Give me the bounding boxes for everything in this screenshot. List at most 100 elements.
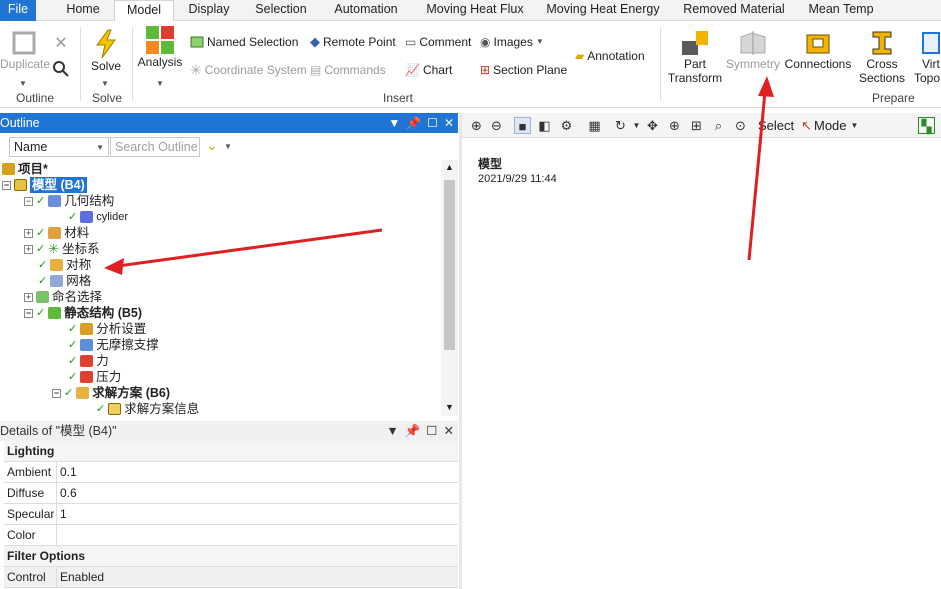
zoom-fit-icon[interactable]: ⊙ bbox=[732, 117, 749, 134]
analysis-button[interactable]: Analysis bbox=[136, 25, 184, 69]
tree-node-named-selections[interactable]: + 命名选择 bbox=[24, 289, 102, 305]
select-button[interactable]: Select bbox=[758, 117, 794, 134]
tree-node-model[interactable]: − 模型 (B4) bbox=[2, 177, 87, 193]
chevron-down-icon[interactable]: ▼ bbox=[386, 421, 398, 441]
chevron-down-icon[interactable]: ▼ bbox=[18, 79, 28, 88]
expand-icon[interactable]: + bbox=[24, 228, 33, 238]
tab-model[interactable]: Model bbox=[114, 0, 174, 22]
details-row-control[interactable]: Control Enabled bbox=[4, 567, 458, 588]
details-row-ambient[interactable]: Ambient 0.1 bbox=[4, 462, 458, 483]
chevron-down-icon[interactable]: ▼ bbox=[388, 113, 400, 133]
tree-node-symmetry[interactable]: ✓ 对称 bbox=[38, 257, 91, 273]
collapse-icon[interactable]: − bbox=[2, 180, 11, 190]
tree-node-geometry[interactable]: − ✓ 几何结构 bbox=[24, 193, 114, 209]
chevron-down-icon[interactable]: ▼ bbox=[155, 79, 165, 88]
search-icon[interactable] bbox=[52, 61, 70, 80]
chevron-down-icon[interactable]: ▼ bbox=[628, 117, 645, 134]
chevron-down-icon[interactable]: ▼ bbox=[846, 117, 863, 134]
select-all-icon[interactable]: ▚ bbox=[918, 117, 935, 134]
zoom-in-icon[interactable]: ⊕ bbox=[468, 117, 485, 134]
maximize-icon[interactable]: ☐ bbox=[427, 113, 438, 133]
expand-icon[interactable]: + bbox=[24, 244, 33, 254]
tree-node-materials[interactable]: + ✓ 材料 bbox=[24, 225, 89, 241]
tree-node-coordinate-systems[interactable]: + ✓ ✳ 坐标系 bbox=[24, 241, 100, 257]
collapse-icon[interactable]: − bbox=[24, 196, 33, 206]
asterisk-icon: ✳ bbox=[190, 62, 202, 78]
shaded-view-icon[interactable]: ■ bbox=[514, 117, 531, 134]
magnifier-icon[interactable]: ⌕ bbox=[710, 117, 727, 134]
name-select[interactable]: Name ▼ bbox=[9, 137, 109, 157]
virtual-topology-button[interactable]: Virt Topo bbox=[912, 29, 941, 85]
pin-icon[interactable]: 📌 bbox=[406, 113, 421, 133]
cursor-icon[interactable]: ↖ bbox=[798, 117, 815, 134]
tab-home[interactable]: Home bbox=[60, 0, 106, 21]
panel-splitter[interactable] bbox=[459, 113, 462, 589]
remote-point-button[interactable]: ◆ Remote Point bbox=[310, 33, 396, 51]
chevron-down-icon[interactable]: ⌄ bbox=[206, 137, 218, 154]
outline-scrollbar[interactable]: ▲ ▼ bbox=[441, 160, 458, 416]
mesh-icon bbox=[50, 275, 64, 287]
scroll-down-icon[interactable]: ▼ bbox=[445, 402, 454, 412]
comment-button[interactable]: ▭ Comment bbox=[405, 33, 471, 51]
wireframe-view-icon[interactable]: ◧ bbox=[536, 117, 553, 134]
tab-moving-heat-flux[interactable]: Moving Heat Flux bbox=[420, 0, 530, 21]
tab-file[interactable]: File bbox=[0, 0, 36, 21]
close-icon[interactable]: ✕ bbox=[52, 33, 70, 53]
display-edges-icon[interactable]: ⚙ bbox=[558, 117, 575, 134]
part-transform-button[interactable]: Part Transform bbox=[664, 29, 726, 85]
tree-node-cylider[interactable]: ✓ cylider bbox=[68, 209, 128, 225]
details-section-filter-options[interactable]: Filter Options bbox=[4, 546, 458, 567]
commands-button[interactable]: ▤ Commands bbox=[310, 61, 386, 79]
section-plane-icon: ⊞ bbox=[480, 63, 491, 77]
tree-node-force[interactable]: ✓ 力 bbox=[68, 353, 109, 369]
scroll-up-icon[interactable]: ▲ bbox=[445, 162, 454, 172]
collapse-icon[interactable]: − bbox=[52, 388, 61, 398]
details-row-diffuse[interactable]: Diffuse 0.6 bbox=[4, 483, 458, 504]
details-row-specular[interactable]: Specular 1 bbox=[4, 504, 458, 525]
tree-node-analysis-settings[interactable]: ✓ 分析设置 bbox=[68, 321, 146, 337]
maximize-icon[interactable]: ☐ bbox=[426, 421, 437, 441]
tree-node-pressure[interactable]: ✓ 压力 bbox=[68, 369, 121, 385]
coordinate-system-button[interactable]: ✳ Coordinate System bbox=[190, 61, 307, 79]
tab-automation[interactable]: Automation bbox=[328, 0, 404, 21]
images-button[interactable]: ◉ Images ▼ bbox=[480, 33, 544, 51]
named-selection-button[interactable]: Named Selection bbox=[190, 33, 298, 51]
tree-node-project[interactable]: 项目* bbox=[2, 161, 48, 177]
tree-node-static-structural[interactable]: − ✓ 静态结构 (B5) bbox=[24, 305, 142, 321]
tree-node-mesh[interactable]: ✓ 网格 bbox=[38, 273, 91, 289]
chart-button[interactable]: 📈 Chart bbox=[405, 61, 452, 79]
tab-mean-temp[interactable]: Mean Temp bbox=[804, 0, 878, 21]
tab-moving-heat-energy[interactable]: Moving Heat Energy bbox=[544, 0, 662, 21]
tree-node-solution[interactable]: − ✓ 求解方案 (B6) bbox=[52, 385, 170, 401]
tab-display[interactable]: Display bbox=[182, 0, 236, 21]
pan-icon[interactable]: ✥ bbox=[644, 117, 661, 134]
cross-sections-button[interactable]: Cross Sections bbox=[856, 29, 908, 85]
close-icon[interactable]: ✕ bbox=[444, 421, 454, 441]
zoom-icon[interactable]: ⊕ bbox=[666, 117, 683, 134]
dropdown-arrow-icon[interactable]: ▼ bbox=[224, 142, 232, 151]
expand-icon[interactable]: + bbox=[24, 292, 33, 302]
grid-toggle-icon[interactable]: ▦ bbox=[586, 117, 603, 134]
symmetry-button[interactable]: Symmetry bbox=[724, 29, 782, 71]
pin-icon[interactable]: 📌 bbox=[405, 421, 421, 441]
tree-node-frictionless-support[interactable]: ✓ 无摩擦支撑 bbox=[68, 337, 159, 353]
section-plane-button[interactable]: ⊞ Section Plane bbox=[480, 61, 567, 79]
chevron-down-icon[interactable]: ▼ bbox=[100, 79, 110, 88]
search-outline-input[interactable]: Search Outline bbox=[110, 137, 200, 157]
details-row-color[interactable]: Color bbox=[4, 525, 458, 546]
solve-button[interactable]: Solve bbox=[84, 29, 128, 73]
tab-removed-material[interactable]: Removed Material bbox=[680, 0, 788, 21]
scrollbar-thumb[interactable] bbox=[444, 180, 455, 350]
tab-selection[interactable]: Selection bbox=[250, 0, 312, 21]
tree-node-solution-information[interactable]: ✓ 求解方案信息 bbox=[96, 401, 199, 416]
duplicate-button[interactable]: Duplicate bbox=[0, 29, 50, 71]
close-icon[interactable]: ✕ bbox=[444, 113, 454, 133]
rotate-icon[interactable]: ↻ bbox=[612, 117, 629, 134]
collapse-icon[interactable]: − bbox=[24, 308, 33, 318]
zoom-box-icon[interactable]: ⊞ bbox=[688, 117, 705, 134]
zoom-out-icon[interactable]: ⊖ bbox=[488, 117, 505, 134]
annotation-button[interactable]: ▰ Annotation bbox=[575, 47, 645, 65]
mode-button[interactable]: Mode bbox=[814, 117, 847, 134]
details-section-lighting[interactable]: Lighting bbox=[4, 441, 458, 462]
connections-button[interactable]: Connections bbox=[784, 29, 852, 71]
